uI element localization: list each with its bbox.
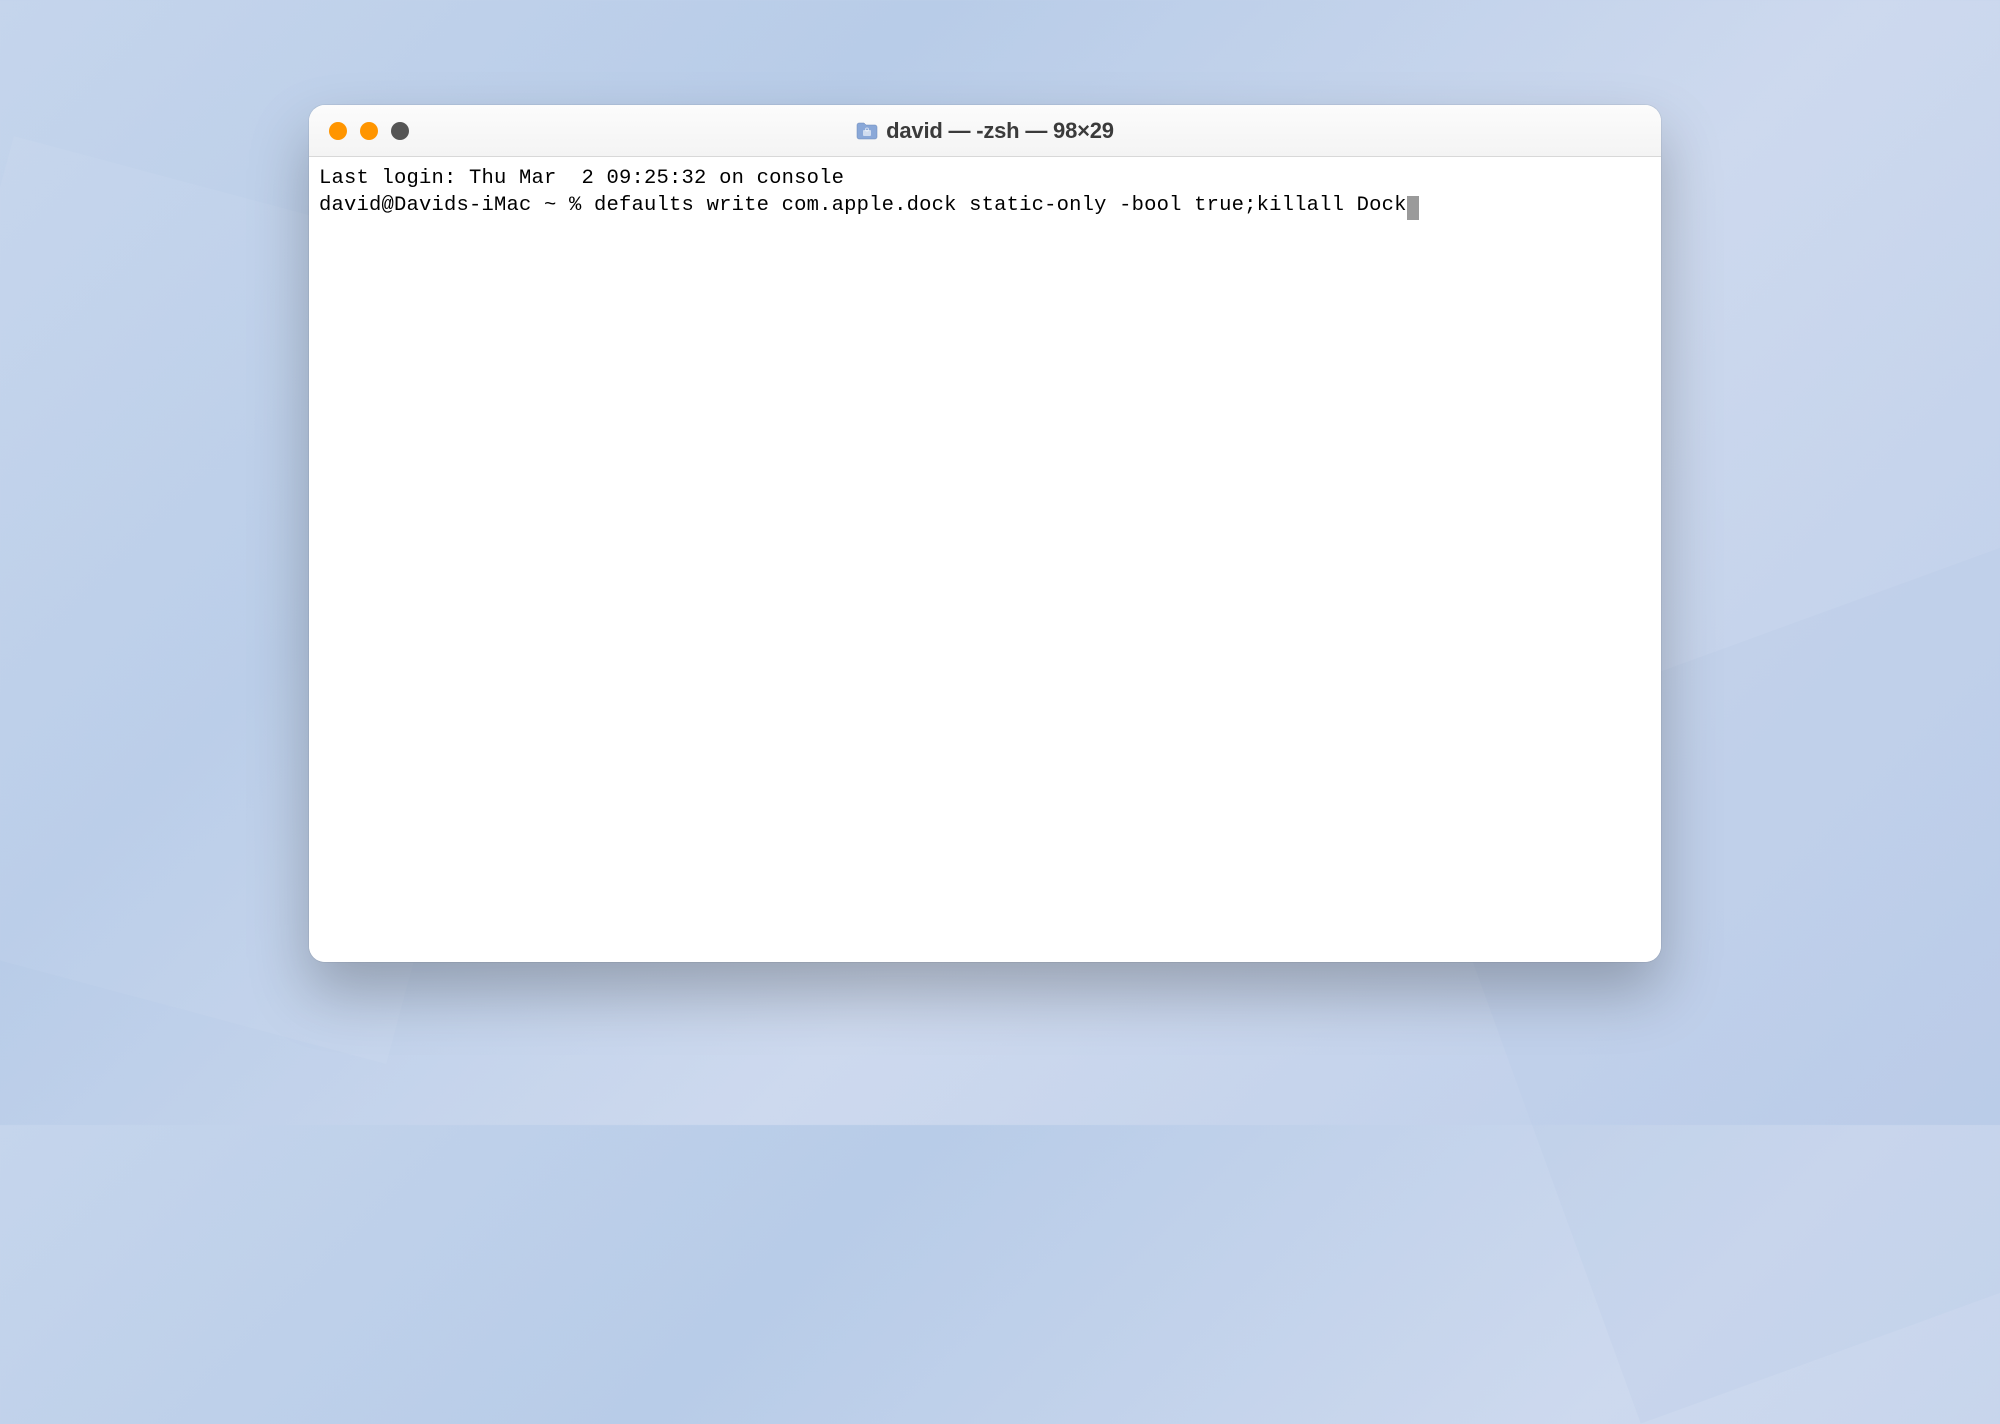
command-input[interactable]: defaults write com.apple.dock static-onl… <box>594 194 1407 217</box>
minimize-button[interactable] <box>360 122 378 140</box>
terminal-body[interactable]: Last login: Thu Mar 2 09:25:32 on consol… <box>309 157 1661 962</box>
titlebar[interactable]: david — -zsh — 98×29 <box>309 105 1661 157</box>
prompt: david@Davids-iMac ~ % <box>319 194 594 217</box>
cursor <box>1407 196 1419 220</box>
terminal-window: david — -zsh — 98×29 Last login: Thu Mar… <box>309 105 1661 962</box>
close-button[interactable] <box>329 122 347 140</box>
prompt-line: david@Davids-iMac ~ % defaults write com… <box>319 194 1419 217</box>
traffic-lights <box>309 122 409 140</box>
folder-icon <box>856 122 878 140</box>
last-login-line: Last login: Thu Mar 2 09:25:32 on consol… <box>319 167 844 190</box>
maximize-button[interactable] <box>391 122 409 140</box>
window-title: david — -zsh — 98×29 <box>886 118 1114 144</box>
title-center: david — -zsh — 98×29 <box>309 118 1661 144</box>
